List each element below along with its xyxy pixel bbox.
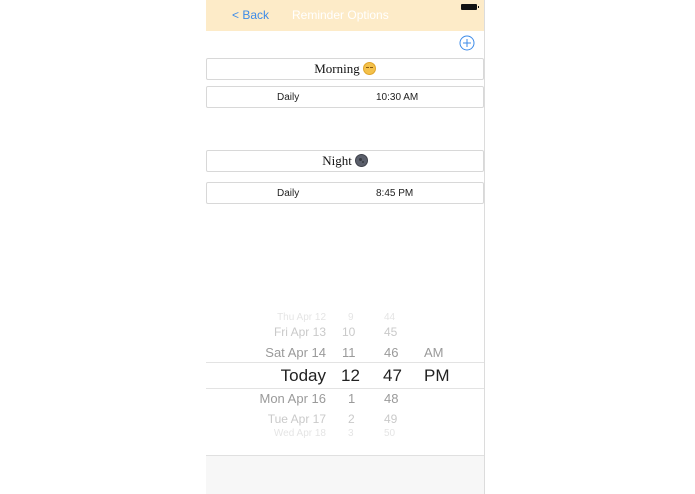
picker-hour-item: 3 [348,428,354,439]
picker-minute-item: 49 [384,412,398,426]
navigation-bar: < Back Reminder Options [206,0,484,31]
back-button[interactable]: < Back [232,8,269,22]
picker-day-item: Tue Apr 17 [267,412,326,426]
picker-day-item-selected: Today [280,366,326,385]
section-title: Morning [314,61,360,76]
picker-minute-item: 45 [384,325,398,339]
picker-day-item: Mon Apr 16 [259,391,327,406]
picker-hour-item: 10 [342,325,356,339]
picker-day-item: Sat Apr 14 [265,345,326,360]
picker-hour-column[interactable]: 9 10 11 12 1 2 3 [330,312,370,440]
picker-hour-item: 2 [348,412,355,426]
picker-ampm-item: AM [424,345,444,360]
battery-icon [461,4,479,10]
picker-minute-item-selected: 47 [383,366,402,385]
picker-day-item: Fri Apr 13 [273,325,326,339]
morning-reminder-row[interactable]: Daily 10:30 AM [206,86,484,108]
picker-minute-item: 50 [384,428,396,439]
picker-day-column[interactable]: Thu Apr 12 Fri Apr 13 Sat Apr 14 Today M… [206,312,330,440]
phone-screen: < Back Reminder Options Morning Daily 10… [206,0,485,494]
reminder-time: 10:30 AM [376,92,419,103]
morning-section-header: Morning [206,58,484,80]
picker-minute-item: 44 [384,312,396,323]
night-reminder-row[interactable]: Daily 8:45 PM [206,182,484,204]
night-section-header: Night [206,150,484,172]
add-reminder-button[interactable] [459,35,475,51]
picker-hour-item-selected: 12 [341,366,360,385]
section-title: Night [322,153,352,168]
picker-hour-item: 1 [348,391,356,406]
picker-ampm-column[interactable]: AM PM [410,312,470,440]
picker-hour-item: 9 [348,312,354,323]
sleepy-face-icon [362,62,376,75]
reminder-frequency: Daily [277,188,300,199]
picker-minute-column[interactable]: 44 45 46 47 48 49 50 [370,312,410,440]
reminder-frequency: Daily [277,92,300,103]
new-moon-face-icon [354,154,368,167]
picker-ampm-item-selected: PM [424,366,450,385]
picker-day-item: Thu Apr 12 [277,312,326,323]
bottom-toolbar [206,455,484,494]
picker-hour-item: 11 [342,345,356,360]
date-time-picker[interactable]: Thu Apr 12 Fri Apr 13 Sat Apr 14 Today M… [206,312,484,440]
picker-minute-item: 48 [384,391,399,406]
picker-minute-item: 46 [384,345,399,360]
picker-day-item: Wed Apr 18 [273,428,326,439]
reminder-time: 8:45 PM [376,188,414,199]
page-title: Reminder Options [292,8,389,22]
